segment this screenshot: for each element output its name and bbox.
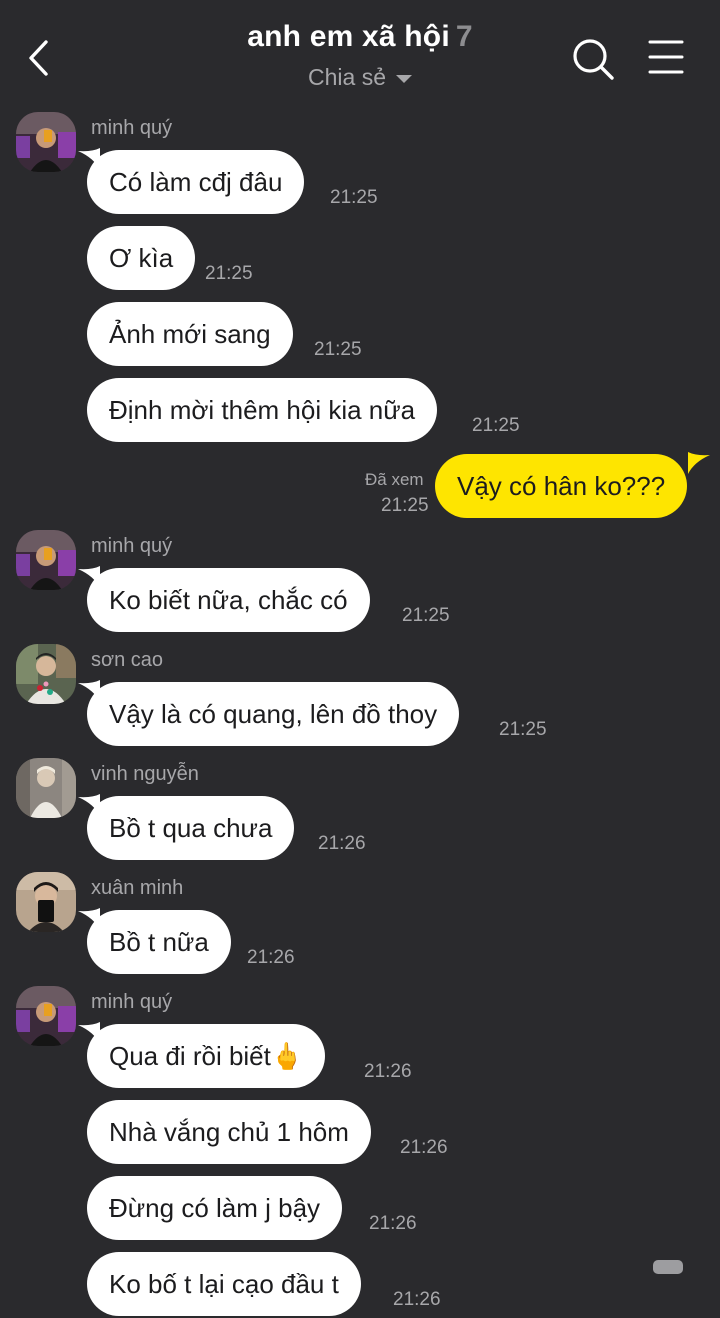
sender-name: xuân minh	[91, 877, 184, 899]
chat-title-text: anh em xã hội	[247, 20, 450, 53]
avatar-xuan-minh[interactable]	[16, 872, 76, 932]
message-text: Vậy là có quang, lên đồ thoy	[109, 698, 438, 729]
read-status: Đã xem	[365, 470, 424, 489]
message-text: Bồ t qua chưa	[109, 812, 273, 843]
message-bubble[interactable]: Qua đi rồi biết🖕	[87, 1024, 326, 1088]
message-bubble[interactable]: Bồ t nữa	[87, 910, 231, 974]
member-count: 7	[455, 20, 473, 53]
menu-button[interactable]	[646, 38, 686, 78]
message-bubble[interactable]: Bồ t qua chưa	[87, 796, 295, 860]
bubble-tail	[688, 452, 710, 474]
avatar-son-cao[interactable]	[16, 644, 76, 704]
avatar-vinh-nguyen[interactable]	[16, 758, 76, 818]
message-time: 21:26	[369, 1213, 417, 1234]
message-bubble[interactable]: Nhà vắng chủ 1 hôm	[87, 1100, 371, 1164]
avatar-minh-quy[interactable]	[16, 530, 76, 590]
share-dropdown[interactable]: Chia sẻ	[308, 64, 412, 91]
message-bubble[interactable]: Ơ kìa	[87, 226, 196, 290]
message-text: Ko bố t lại cạo đầu t	[109, 1268, 339, 1299]
message-bubble[interactable]: Đừng có làm j bậy	[87, 1176, 343, 1240]
message-time: 21:26	[318, 833, 366, 854]
message-text: Bồ t nữa	[109, 926, 209, 957]
message-bubble[interactable]: Vậy là có quang, lên đồ thoy	[87, 682, 460, 746]
message-text: Có làm cđj đâu	[109, 166, 283, 197]
sender-name: minh quý	[91, 991, 173, 1013]
message-bubble[interactable]: Ko bố t lại cạo đầu t	[87, 1252, 361, 1316]
message-bubble[interactable]: Có làm cđj đâu	[87, 150, 305, 214]
message-bubble[interactable]: Ảnh mới sang	[87, 302, 293, 366]
message-text: Ảnh mới sang	[109, 318, 271, 349]
message-text: Nhà vắng chủ 1 hôm	[109, 1116, 349, 1147]
search-icon	[573, 39, 614, 80]
message-time: 21:25	[314, 339, 362, 360]
message-time: 21:25	[205, 263, 253, 284]
caret-down-icon	[395, 75, 412, 83]
share-label: Chia sẻ	[308, 64, 386, 90]
scroll-indicator[interactable]	[653, 1260, 683, 1274]
message-text: Ko biết nữa, chắc có	[109, 584, 348, 615]
message-time: 21:25	[402, 605, 450, 626]
sender-name: minh quý	[91, 117, 173, 139]
message-text: Định mời thêm hội kia nữa	[109, 394, 416, 425]
sender-name: vinh nguyễn	[91, 763, 199, 785]
avatar-minh-quy[interactable]	[16, 986, 76, 1046]
sender-name: minh quý	[91, 535, 173, 557]
my-message-bubble[interactable]: Vậy có hân ko???	[435, 454, 688, 518]
message-time: 21:26	[247, 947, 295, 968]
message-text: Ơ kìa	[109, 242, 174, 273]
sender-name: sơn cao	[91, 649, 164, 671]
search-button[interactable]	[570, 36, 616, 82]
message-time: 21:26	[400, 1137, 448, 1158]
chat-screen: anh em xã hội7 Chia sẻ minh quý Có làm	[0, 0, 720, 1318]
message-time: 21:25	[472, 415, 520, 436]
chat-header: anh em xã hội 7 Chia sẻ	[0, 0, 720, 108]
message-text: Đừng có làm j bậy	[109, 1192, 321, 1223]
avatar-minh-quy[interactable]	[16, 112, 76, 172]
message-bubble[interactable]: Ko biết nữa, chắc có	[87, 568, 370, 632]
message-time: 21:25	[381, 495, 429, 516]
message-text: Qua đi rồi biết🖕	[109, 1040, 304, 1071]
message-text: Vậy có hân ko???	[457, 470, 666, 501]
message-time: 21:25	[330, 187, 378, 208]
menu-icon	[648, 40, 684, 74]
message-time: 21:26	[393, 1289, 441, 1310]
message-bubble[interactable]: Định mời thêm hội kia nữa	[87, 378, 438, 442]
message-time: 21:26	[364, 1061, 412, 1082]
message-time: 21:25	[499, 719, 547, 740]
